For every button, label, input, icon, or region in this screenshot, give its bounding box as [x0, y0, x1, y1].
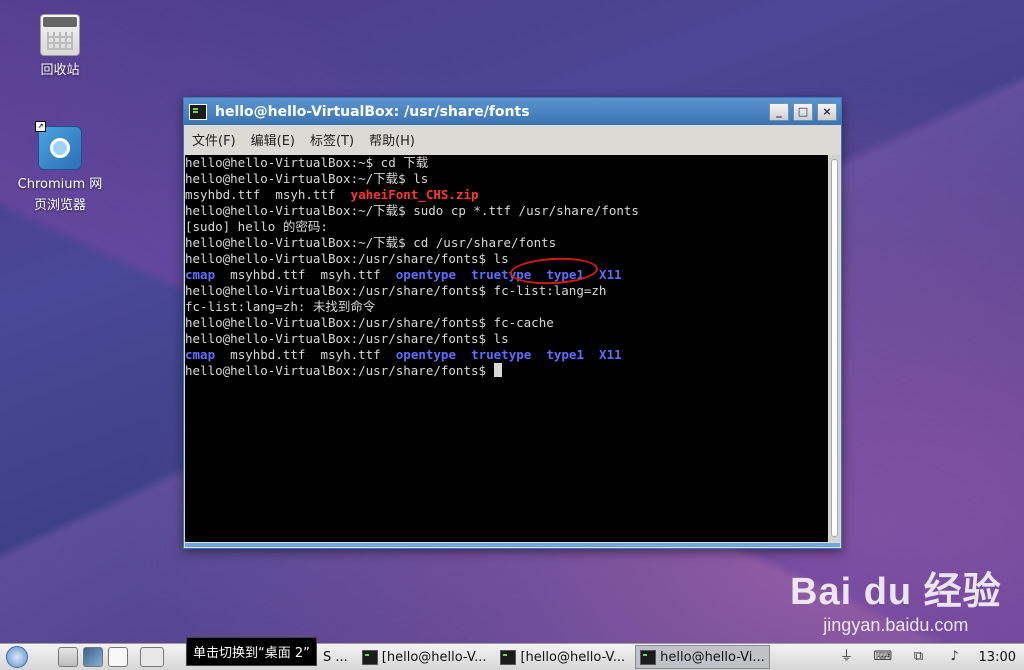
- terminal-line: hello@hello-VirtualBox:/usr/share/fonts$…: [185, 315, 554, 330]
- terminal-line: cmap msyhbd.ttf msyh.ttf opentype truety…: [185, 267, 622, 282]
- terminal-icon: [361, 649, 378, 665]
- workspace-tooltip: 单击切换到“桌面 2”: [186, 637, 317, 666]
- baidu-watermark: Bai du 经验 jingyan.baidu.com: [790, 560, 1002, 636]
- desktop-icon-trash[interactable]: 回收站: [12, 14, 108, 81]
- network-plug-icon[interactable]: ⏚: [838, 650, 856, 664]
- volume-icon[interactable]: ♪: [946, 650, 964, 664]
- watermark-brand: Bai du 经验: [790, 571, 1002, 613]
- window-titlebar[interactable]: hello@hello-VirtualBox: /usr/share/fonts…: [184, 98, 841, 125]
- network-icon[interactable]: ⧉: [910, 650, 928, 664]
- window-bottom-border: [185, 543, 840, 547]
- terminal-line: hello@hello-VirtualBox:/usr/share/fonts$: [185, 363, 828, 379]
- terminal-line: cmap msyhbd.ttf msyh.ttf opentype truety…: [185, 347, 622, 362]
- chromium-icon: ↗: [35, 121, 82, 170]
- terminal-line: hello@hello-VirtualBox:~$ cd 下载: [185, 155, 429, 170]
- close-button[interactable]: ×: [817, 102, 837, 121]
- task-label: S ...: [323, 649, 348, 665]
- menu-edit[interactable]: 编辑(E): [251, 130, 295, 149]
- maximize-button[interactable]: □: [793, 102, 813, 121]
- task-label: [hello@hello-V...: [520, 649, 626, 665]
- scrollbar-thumb[interactable]: [831, 159, 838, 537]
- task-button[interactable]: [hello@hello-V...: [358, 646, 491, 668]
- terminal-icon: [189, 103, 207, 120]
- terminal-line: [sudo] hello 的密码:: [185, 219, 328, 234]
- keyboard-icon[interactable]: ⌨: [874, 650, 893, 664]
- taskbar: S ... [hello@hello-V... [hello@hello-V..…: [0, 643, 1024, 670]
- terminal-icon: [640, 649, 657, 665]
- menu-tabs[interactable]: 标签(T): [310, 130, 354, 149]
- menu-file[interactable]: 文件(F): [192, 130, 236, 149]
- show-desktop-icon[interactable]: [140, 647, 164, 667]
- system-tray: ⏚ ⌨ ⧉ ♪ 13:00: [829, 650, 1024, 665]
- terminal-line: hello@hello-VirtualBox:/usr/share/fonts$…: [185, 283, 607, 298]
- task-label: [hello@hello-V...: [381, 649, 487, 665]
- task-button[interactable]: [hello@hello-V...: [496, 646, 629, 668]
- menubar: 文件(F) 编辑(E) 标签(T) 帮助(H): [184, 125, 841, 153]
- terminal-line: fc-list:lang=zh: 未找到命令: [185, 299, 376, 314]
- workspace-2-icon[interactable]: [108, 647, 128, 667]
- terminal-icon: [500, 649, 517, 665]
- trash-icon: [40, 14, 80, 56]
- file-manager-icon[interactable]: [58, 647, 78, 667]
- desktop-icon-label: 回收站: [40, 63, 80, 78]
- vertical-scrollbar[interactable]: [829, 155, 840, 542]
- terminal-line: msyhbd.ttf msyh.ttf yaheiFont_CHS.zip: [185, 187, 479, 202]
- window-title: hello@hello-VirtualBox: /usr/share/fonts: [215, 103, 530, 120]
- desktop-icon-label-line2: 页浏览器: [33, 198, 86, 213]
- clock[interactable]: 13:00: [979, 650, 1016, 665]
- terminal-line: hello@hello-VirtualBox:/usr/share/fonts$…: [185, 251, 509, 266]
- start-menu-icon[interactable]: [6, 646, 28, 668]
- task-label: hello@hello-Vi...: [660, 649, 765, 665]
- terminal-line: hello@hello-VirtualBox:~/下载$ sudo cp *.t…: [185, 203, 639, 218]
- workspace-1-icon[interactable]: [83, 647, 103, 667]
- terminal-cursor: [493, 363, 502, 377]
- desktop-icon-label-line1: Chromium 网: [17, 177, 103, 192]
- terminal-output[interactable]: hello@hello-VirtualBox:~$ cd 下载 hello@hel…: [185, 155, 828, 542]
- terminal-line: hello@hello-VirtualBox:~/下载$ cd /usr/sha…: [185, 235, 557, 250]
- task-button[interactable]: S ...: [319, 646, 352, 668]
- terminal-line: hello@hello-VirtualBox:~/下载$ ls: [185, 171, 429, 186]
- terminal-window[interactable]: hello@hello-VirtualBox: /usr/share/fonts…: [183, 97, 842, 549]
- task-button-active[interactable]: hello@hello-Vi...: [635, 645, 770, 669]
- menu-help[interactable]: 帮助(H): [369, 130, 415, 149]
- shortcut-arrow-icon: ↗: [35, 121, 46, 132]
- desktop-icon-chromium[interactable]: ↗ Chromium 网 页浏览器: [12, 121, 108, 216]
- watermark-url: jingyan.baidu.com: [823, 615, 969, 635]
- terminal-line: hello@hello-VirtualBox:/usr/share/fonts$…: [185, 331, 509, 346]
- minimize-button[interactable]: _: [769, 102, 789, 121]
